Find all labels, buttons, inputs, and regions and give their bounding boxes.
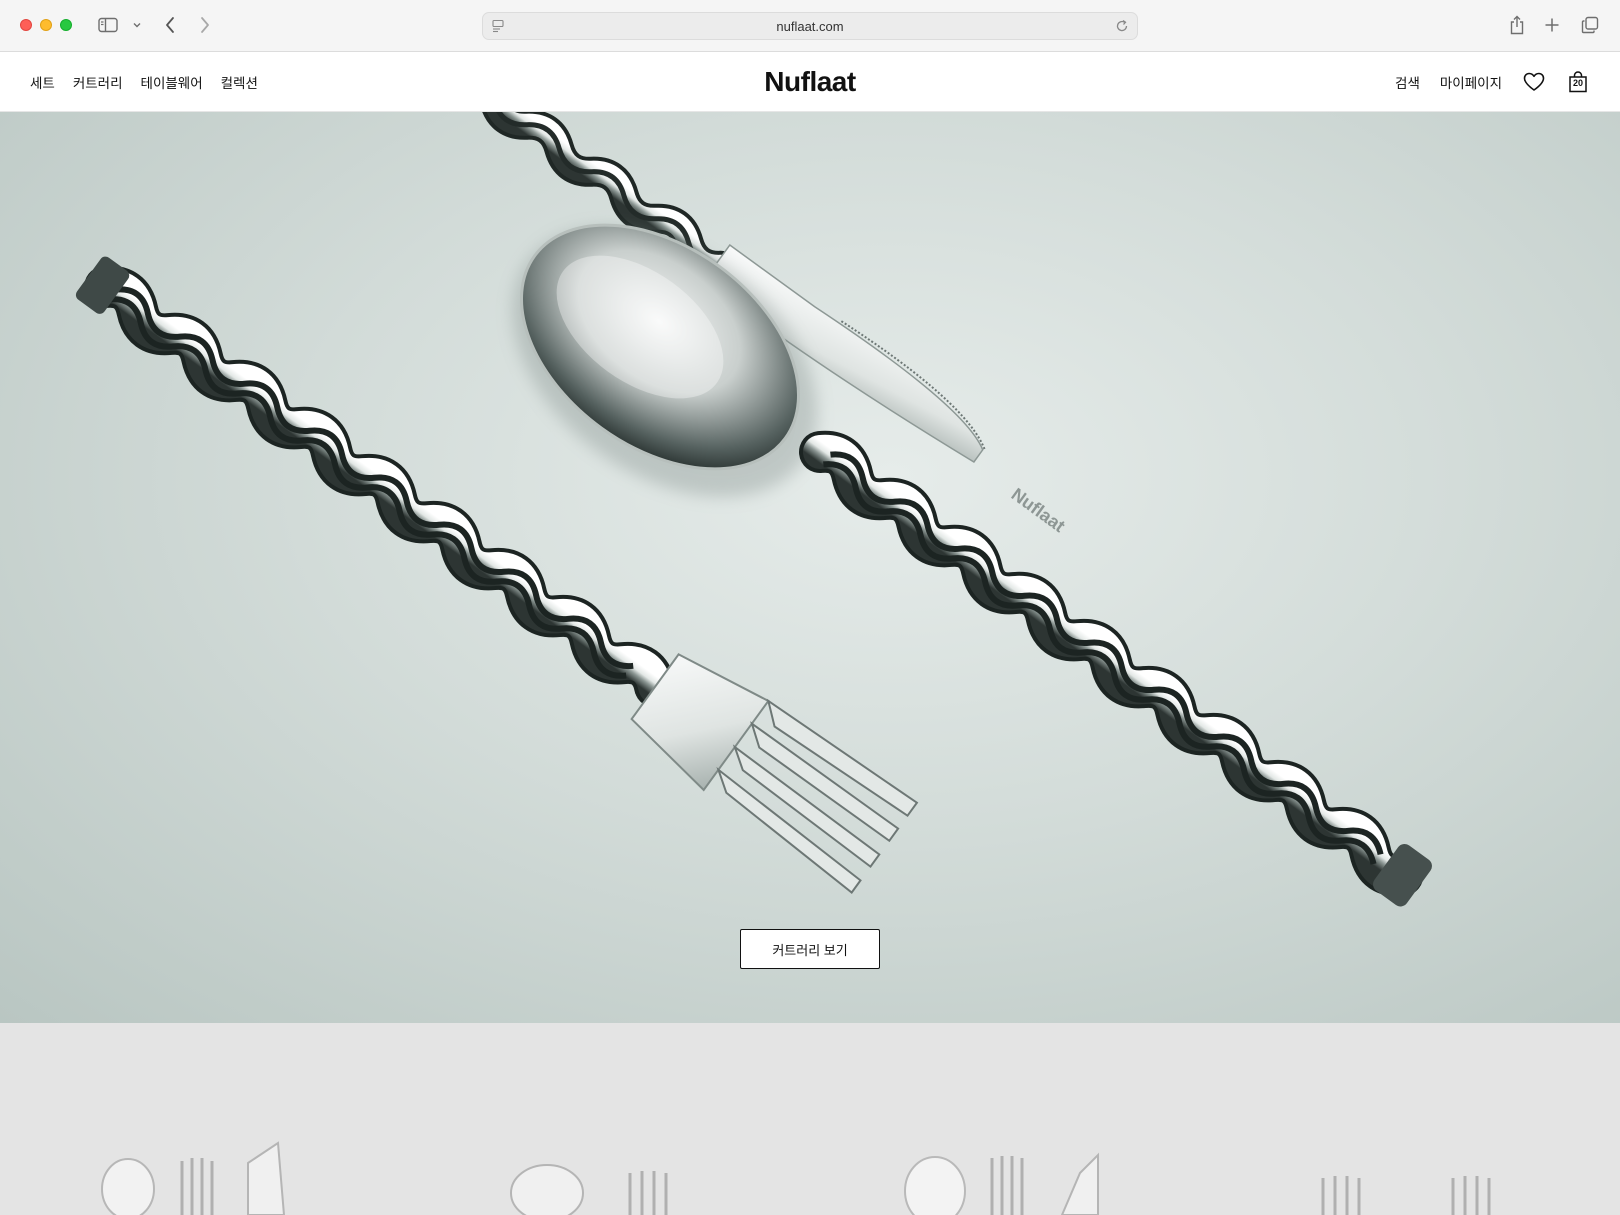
shopping-bag-button[interactable]: 20 bbox=[1566, 70, 1590, 94]
back-button[interactable] bbox=[160, 12, 180, 38]
product-tile[interactable] bbox=[405, 1023, 810, 1215]
reload-icon[interactable] bbox=[1115, 19, 1129, 33]
new-tab-button[interactable] bbox=[1542, 12, 1562, 38]
new-tab-icon bbox=[1545, 18, 1559, 32]
wishlist-button[interactable] bbox=[1522, 70, 1546, 94]
tab-overview-button[interactable] bbox=[1580, 12, 1600, 38]
cutlery-set-image bbox=[1321, 1176, 1491, 1215]
product-collection-strip bbox=[0, 1023, 1620, 1215]
close-window-button[interactable] bbox=[20, 19, 32, 31]
back-icon bbox=[166, 17, 174, 33]
site-header: 세트 커트러리 테이블웨어 컬렉션 Nuflaat 검색 마이페이지 20 bbox=[0, 52, 1620, 112]
sidebar-icon bbox=[98, 17, 118, 33]
mypage-link[interactable]: 마이페이지 bbox=[1440, 72, 1502, 92]
cutlery-set-image bbox=[101, 1141, 286, 1215]
engraving-text: Nuflaat bbox=[1008, 484, 1069, 536]
nav-item-collection[interactable]: 컬렉션 bbox=[221, 72, 258, 92]
site-logo[interactable]: Nuflaat bbox=[764, 66, 856, 98]
view-cutlery-button[interactable]: 커트러리 보기 bbox=[740, 929, 880, 969]
search-link[interactable]: 검색 bbox=[1395, 72, 1420, 92]
window-controls bbox=[20, 19, 72, 31]
utility-nav: 검색 마이페이지 20 bbox=[1395, 52, 1590, 112]
nav-item-sets[interactable]: 세트 bbox=[30, 72, 55, 92]
product-tile[interactable] bbox=[1215, 1023, 1620, 1215]
product-tile[interactable] bbox=[0, 1023, 405, 1215]
heart-icon bbox=[1523, 72, 1545, 91]
url-text: nuflaat.com bbox=[776, 18, 844, 34]
forward-button[interactable] bbox=[195, 12, 215, 38]
tabs-icon bbox=[1581, 16, 1599, 34]
page-icon bbox=[492, 19, 504, 33]
cutlery-set-image bbox=[904, 1152, 1099, 1215]
nav-item-tableware[interactable]: 테이블웨어 bbox=[141, 72, 203, 92]
cutlery-set-image bbox=[510, 1164, 668, 1215]
tab-group-menu-button[interactable] bbox=[130, 12, 144, 38]
main-nav: 세트 커트러리 테이블웨어 컬렉션 bbox=[30, 52, 258, 112]
hero-banner: Nuflaat 커트러리 보기 bbox=[0, 112, 1620, 1023]
cart-count-badge: 20 bbox=[1572, 78, 1583, 88]
share-button[interactable] bbox=[1507, 12, 1527, 38]
address-bar[interactable]: nuflaat.com bbox=[482, 12, 1138, 40]
forward-icon bbox=[201, 17, 209, 33]
nav-item-cutlery[interactable]: 커트러리 bbox=[73, 72, 123, 92]
sidebar-toggle-button[interactable] bbox=[96, 12, 120, 38]
zoom-window-button[interactable] bbox=[60, 19, 72, 31]
minimize-window-button[interactable] bbox=[40, 19, 52, 31]
browser-toolbar: nuflaat.com bbox=[0, 0, 1620, 52]
hero-cutlery-image: Nuflaat bbox=[75, 112, 1432, 907]
share-icon bbox=[1510, 15, 1524, 35]
chevron-down-icon bbox=[133, 23, 141, 28]
spoon-shape bbox=[512, 223, 1432, 907]
product-tile[interactable] bbox=[810, 1023, 1215, 1215]
